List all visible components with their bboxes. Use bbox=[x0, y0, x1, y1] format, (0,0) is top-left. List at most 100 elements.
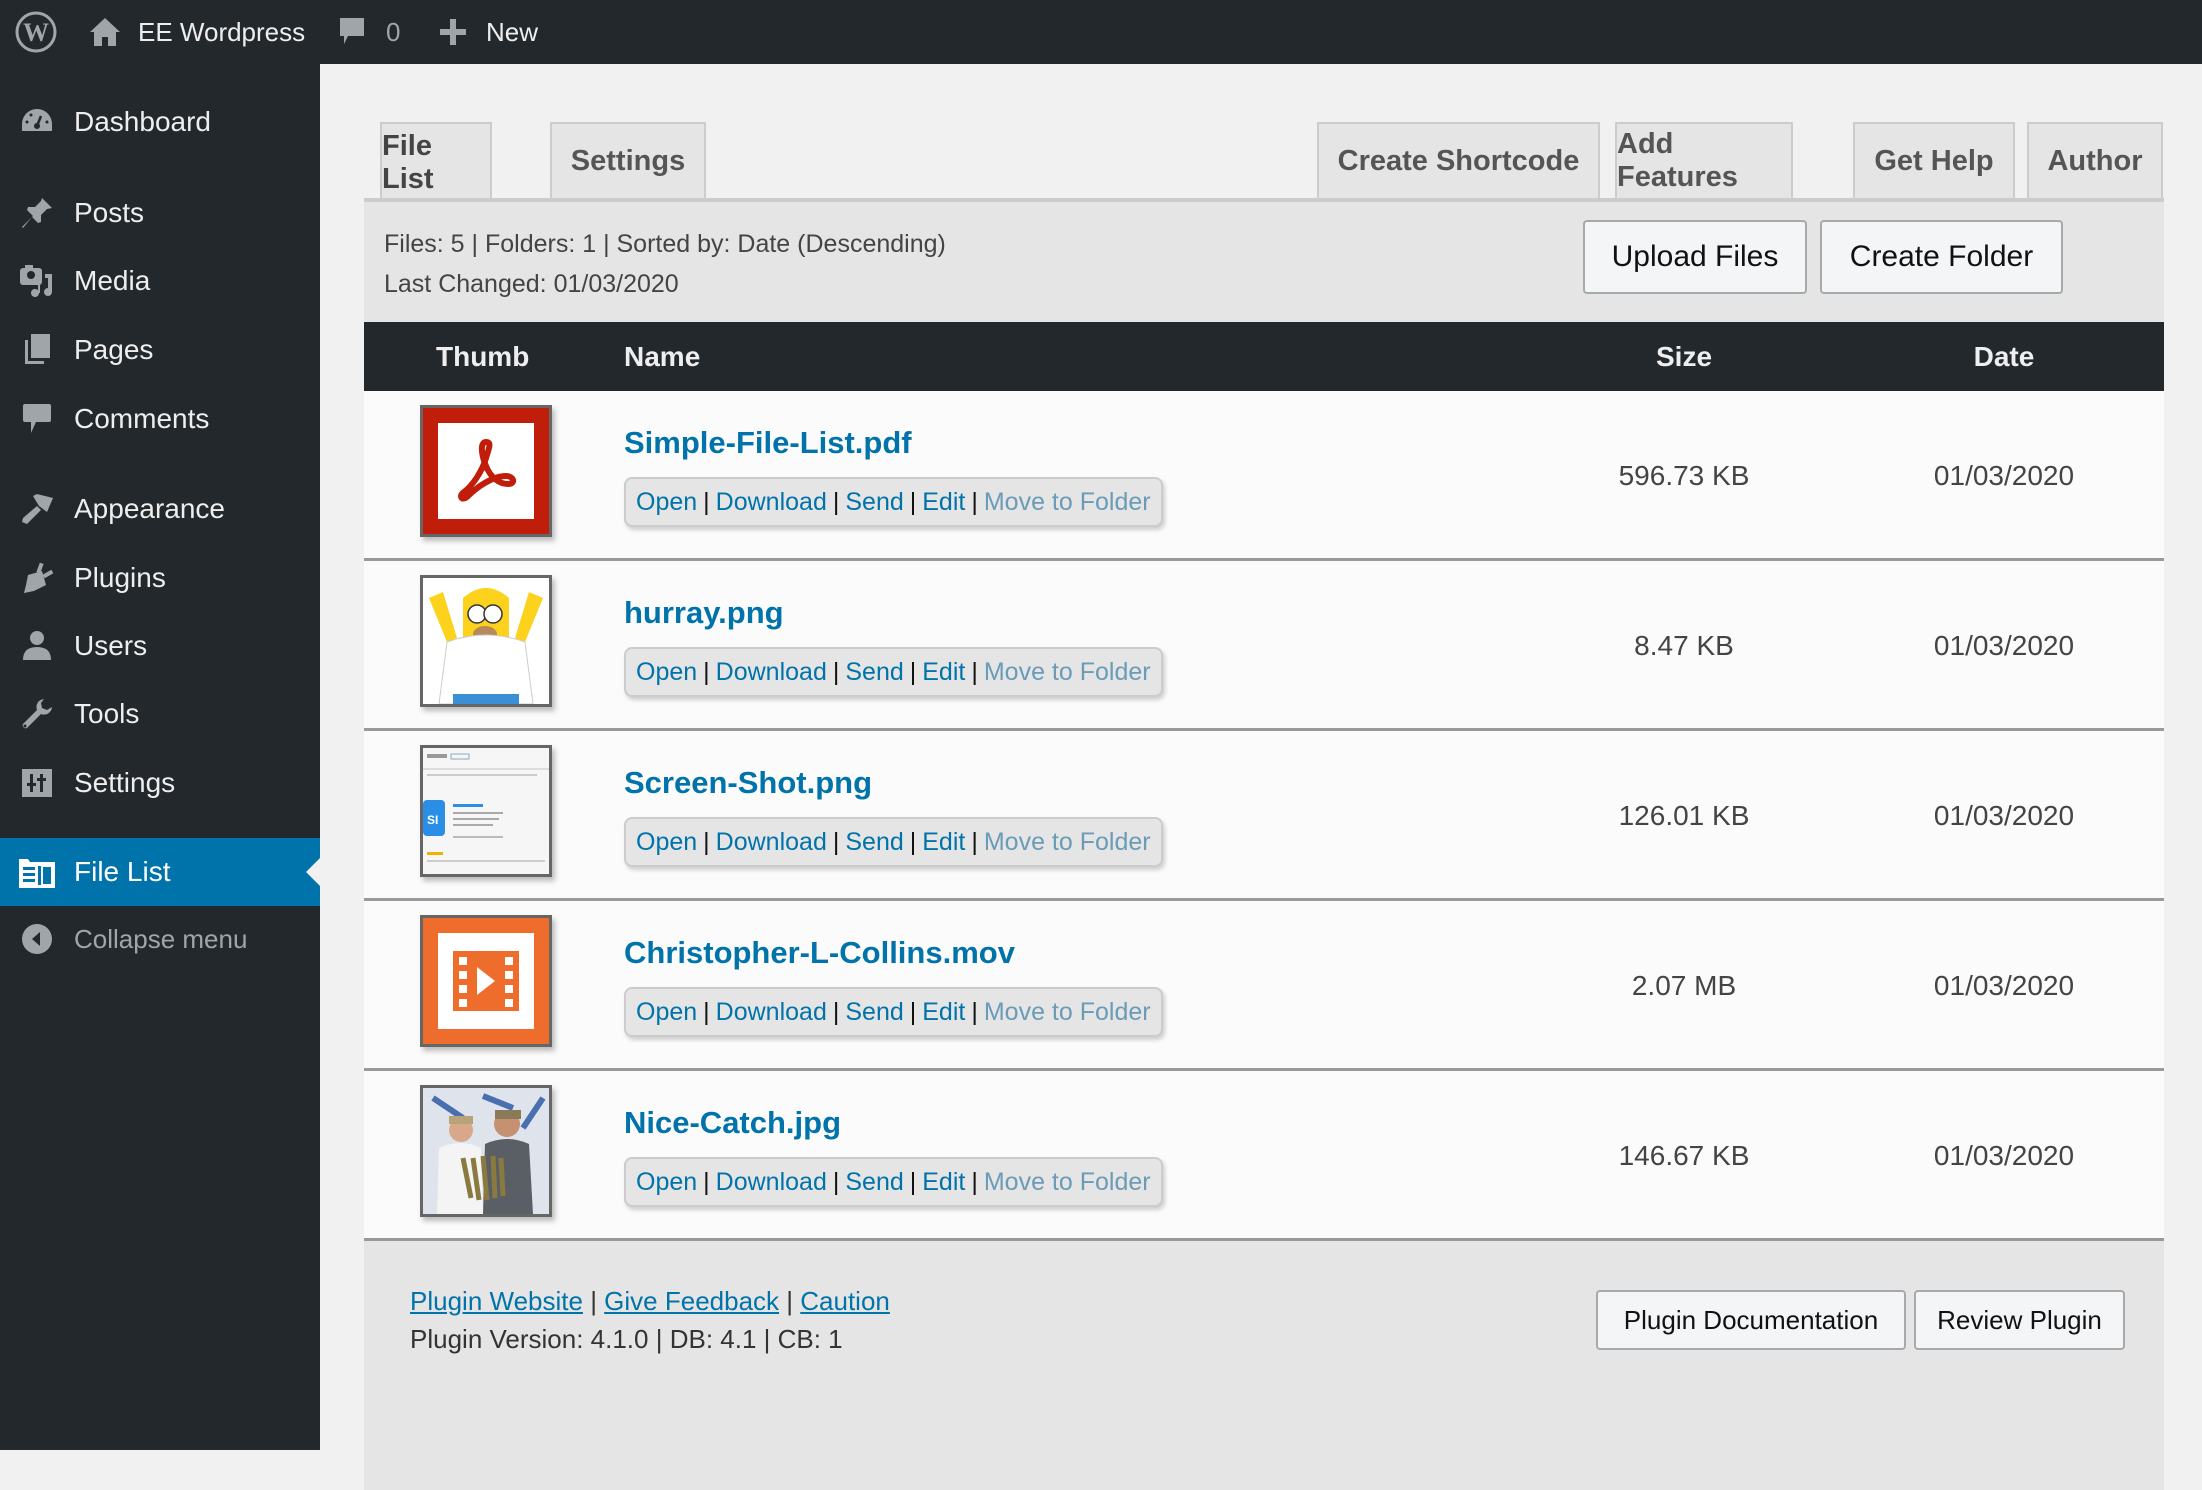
file-name-link[interactable]: hurray.png bbox=[624, 595, 784, 631]
separator: | bbox=[971, 1167, 978, 1196]
file-date: 01/03/2020 bbox=[1933, 460, 2075, 491]
separator: | bbox=[909, 827, 917, 856]
tab-add-features[interactable]: Add Features bbox=[1615, 122, 1793, 198]
download-link[interactable]: Download bbox=[716, 658, 827, 687]
upload-files-button[interactable]: Upload Files bbox=[1583, 220, 1807, 294]
give-feedback-link[interactable]: Give Feedback bbox=[604, 1286, 779, 1316]
sidebar-item-settings[interactable]: Settings bbox=[0, 752, 320, 814]
edit-link[interactable]: Edit bbox=[922, 998, 965, 1027]
sidebar-item-label: Plugins bbox=[74, 562, 166, 593]
list-info: Files: 5 | Folders: 1 | Sorted by: Date … bbox=[384, 224, 946, 304]
tab-create-shortcode[interactable]: Create Shortcode bbox=[1317, 122, 1600, 198]
comments-count: 0 bbox=[386, 16, 401, 47]
comment-icon bbox=[338, 16, 366, 48]
edit-link[interactable]: Edit bbox=[922, 658, 965, 687]
open-link[interactable]: Open bbox=[636, 658, 697, 687]
file-actions: Open | Download | Send | Edit | Move to Folder bbox=[624, 1157, 1163, 1207]
sidebar-item-dashboard[interactable]: Dashboard bbox=[0, 91, 320, 153]
download-link[interactable]: Download bbox=[716, 828, 827, 857]
tab-get-help[interactable]: Get Help bbox=[1853, 122, 2015, 198]
sidebar-item-media[interactable]: Media bbox=[0, 250, 320, 312]
review-plugin-button[interactable]: Review Plugin bbox=[1914, 1290, 2125, 1350]
send-link[interactable]: Send bbox=[845, 998, 903, 1027]
column-header-size[interactable]: Size bbox=[1564, 322, 1804, 391]
home-icon bbox=[88, 16, 122, 48]
column-header-date[interactable]: Date bbox=[1884, 322, 2124, 391]
download-link[interactable]: Download bbox=[716, 488, 827, 517]
separator: | bbox=[832, 827, 840, 856]
file-size: 8.47 KB bbox=[1634, 630, 1734, 661]
file-size: 596.73 KB bbox=[1618, 460, 1750, 491]
separator: | bbox=[786, 1286, 801, 1316]
column-header-thumb[interactable]: Thumb bbox=[436, 322, 529, 391]
sidebar-item-posts[interactable]: Posts bbox=[0, 182, 320, 244]
button-label: Create Folder bbox=[1849, 240, 2034, 273]
comments-link[interactable]: 0 bbox=[338, 0, 400, 64]
move-to-folder-link[interactable]: Move to Folder bbox=[984, 828, 1151, 857]
site-name-link[interactable]: EE Wordpress bbox=[88, 0, 305, 64]
edit-link[interactable]: Edit bbox=[922, 828, 965, 857]
sidebar-item-comments[interactable]: Comments bbox=[0, 388, 320, 450]
file-name-link[interactable]: Christopher-L-Collins.mov bbox=[624, 935, 1015, 971]
video-icon bbox=[423, 918, 549, 1044]
file-date: 01/03/2020 bbox=[1933, 630, 2075, 661]
download-link[interactable]: Download bbox=[716, 1168, 827, 1197]
plugin-website-link[interactable]: Plugin Website bbox=[410, 1286, 583, 1316]
file-size: 146.67 KB bbox=[1618, 1140, 1750, 1171]
file-thumbnail[interactable] bbox=[420, 575, 552, 707]
column-header-name[interactable]: Name bbox=[624, 322, 700, 391]
download-link[interactable]: Download bbox=[716, 998, 827, 1027]
plugin-footer: Plugin Website | Give Feedback | Caution… bbox=[364, 1242, 2164, 1490]
sidebar-item-label: Pages bbox=[74, 334, 154, 365]
svg-text:W: W bbox=[23, 18, 49, 47]
tab-settings[interactable]: Settings bbox=[550, 122, 706, 198]
sidebar-item-label: Appearance bbox=[74, 493, 226, 524]
file-actions: Open | Download | Send | Edit | Move to Folder bbox=[624, 477, 1163, 527]
separator: | bbox=[590, 1286, 605, 1316]
plugin-icon bbox=[18, 559, 56, 597]
move-to-folder-link[interactable]: Move to Folder bbox=[984, 998, 1151, 1027]
tab-author[interactable]: Author bbox=[2027, 122, 2163, 198]
plugin-documentation-button[interactable]: Plugin Documentation bbox=[1596, 1290, 1906, 1350]
send-link[interactable]: Send bbox=[845, 488, 903, 517]
file-thumbnail[interactable]: SI bbox=[420, 745, 552, 877]
new-content-link[interactable]: New bbox=[440, 0, 538, 64]
file-thumbnail[interactable] bbox=[420, 405, 552, 537]
create-folder-button[interactable]: Create Folder bbox=[1820, 220, 2063, 294]
button-label: Upload Files bbox=[1611, 240, 1779, 273]
file-thumbnail[interactable] bbox=[420, 1085, 552, 1217]
open-link[interactable]: Open bbox=[636, 998, 697, 1027]
sidebar-item-tools[interactable]: Tools bbox=[0, 683, 320, 745]
file-actions: Open | Download | Send | Edit | Move to Folder bbox=[624, 647, 1163, 697]
open-link[interactable]: Open bbox=[636, 1168, 697, 1197]
move-to-folder-link[interactable]: Move to Folder bbox=[984, 1168, 1151, 1197]
separator: | bbox=[971, 997, 978, 1026]
open-link[interactable]: Open bbox=[636, 488, 697, 517]
sidebar-item-users[interactable]: Users bbox=[0, 615, 320, 677]
edit-link[interactable]: Edit bbox=[922, 1168, 965, 1197]
sidebar-item-appearance[interactable]: Appearance bbox=[0, 478, 320, 540]
wordpress-logo-button[interactable]: W bbox=[14, 0, 58, 64]
tab-label: Author bbox=[2047, 144, 2143, 177]
sidebar-item-plugins[interactable]: Plugins bbox=[0, 547, 320, 609]
separator: | bbox=[832, 997, 840, 1026]
separator: | bbox=[971, 487, 978, 516]
send-link[interactable]: Send bbox=[845, 658, 903, 687]
file-name-link[interactable]: Screen-Shot.png bbox=[624, 765, 872, 801]
site-name: EE Wordpress bbox=[138, 16, 306, 47]
collapse-menu-button[interactable]: Collapse menu bbox=[0, 908, 320, 970]
edit-link[interactable]: Edit bbox=[922, 488, 965, 517]
move-to-folder-link[interactable]: Move to Folder bbox=[984, 488, 1151, 517]
sidebar-item-pages[interactable]: Pages bbox=[0, 319, 320, 381]
move-to-folder-link[interactable]: Move to Folder bbox=[984, 658, 1151, 687]
caution-link[interactable]: Caution bbox=[800, 1286, 890, 1316]
file-name-link[interactable]: Simple-File-List.pdf bbox=[624, 425, 912, 461]
tab-file-list[interactable]: File List bbox=[380, 122, 492, 202]
tab-label: File List bbox=[382, 130, 434, 195]
send-link[interactable]: Send bbox=[845, 1168, 903, 1197]
send-link[interactable]: Send bbox=[845, 828, 903, 857]
file-name-link[interactable]: Nice-Catch.jpg bbox=[624, 1105, 841, 1141]
sidebar-item-file-list[interactable]: File List bbox=[0, 838, 320, 906]
file-thumbnail[interactable] bbox=[420, 915, 552, 1047]
open-link[interactable]: Open bbox=[636, 828, 697, 857]
